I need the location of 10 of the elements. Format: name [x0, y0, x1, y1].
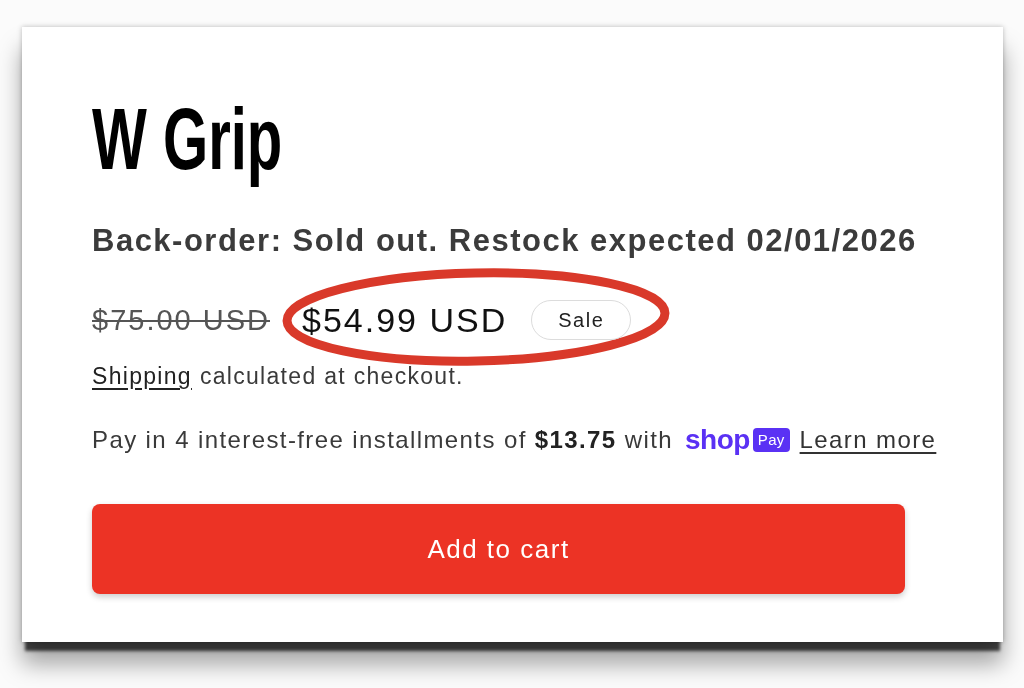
- availability-text: Back-order: Sold out. Restock expected 02/01/2026: [92, 225, 917, 257]
- shipping-note: calculated at checkout.: [199, 362, 464, 390]
- add-to-cart-button[interactable]: Add to cart: [92, 504, 905, 594]
- pay-tag: Pay: [752, 428, 790, 452]
- shipping-link[interactable]: Shipping: [92, 362, 192, 390]
- sale-price: $54.99 USD: [302, 300, 508, 340]
- regular-price: $75.00 USD: [92, 303, 270, 337]
- shop-wordmark: shop: [684, 426, 750, 454]
- installment-text: Pay in 4 interest-free installments of $13.75 with: [92, 426, 673, 454]
- learn-more-link[interactable]: Learn more: [799, 426, 937, 454]
